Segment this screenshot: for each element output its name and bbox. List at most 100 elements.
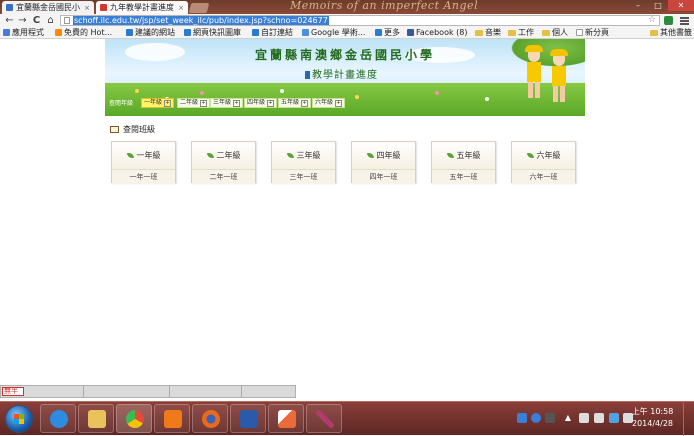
bookmark-apps[interactable]: 應用程式	[3, 27, 44, 38]
taskbar-app-media[interactable]	[154, 404, 190, 433]
leaf-icon	[126, 153, 134, 158]
bookmark-label: 建議的網站	[135, 28, 175, 37]
ime-mode[interactable]: 無半	[2, 387, 24, 396]
ime-toolbar: 無半	[0, 385, 296, 398]
menu-icon[interactable]	[680, 16, 689, 25]
taskbar-app-firefox[interactable]	[192, 404, 228, 433]
bookmark-label: 更多	[384, 28, 400, 37]
grade-tab-4[interactable]: 四年級 +	[244, 98, 278, 108]
bookmark-folder[interactable]: 音樂	[475, 27, 501, 38]
browser-tab-active[interactable]: 九年教學計畫進度 ×	[96, 1, 188, 14]
class-link[interactable]: 四年一班	[352, 170, 415, 184]
expand-plus-icon: +	[301, 100, 309, 107]
browser-tab[interactable]: 宜蘭縣金岳國民小 ×	[2, 1, 94, 14]
tab-close-icon[interactable]: ×	[84, 4, 90, 12]
bookmark-label: 其他書籤	[660, 28, 692, 37]
grade-tab-2[interactable]: 二年級 +	[177, 98, 211, 108]
tab-close-icon[interactable]: ×	[178, 4, 184, 12]
chrome-icon	[126, 410, 144, 428]
start-button[interactable]	[5, 405, 33, 433]
tab-title: 九年教學計畫進度	[110, 3, 174, 12]
windows-logo-icon	[14, 414, 24, 424]
taskbar-app-paint[interactable]	[268, 404, 304, 433]
ie-page-icon	[252, 29, 259, 36]
grade-tab-5[interactable]: 五年級 +	[278, 98, 312, 108]
taskbar-app-word[interactable]	[230, 404, 266, 433]
back-arrow-icon[interactable]: ←	[4, 15, 15, 26]
taskbar-app-ie[interactable]	[40, 404, 76, 433]
reload-icon[interactable]: C	[31, 15, 42, 26]
ime-divider	[241, 386, 242, 397]
bookmark-item[interactable]: Facebook (8)	[407, 27, 467, 38]
minimize-button[interactable]: –	[628, 0, 648, 11]
new-tab-button[interactable]	[188, 3, 210, 13]
grade-tab-bar: 查閱年級 一年級 + 二年級 + 三年級 + 四年級 + 五年級 + 六年級 +	[105, 96, 585, 110]
grade-tab-label: 六年級	[315, 99, 334, 106]
other-bookmarks[interactable]: 其他書籤	[650, 27, 692, 38]
grade-card[interactable]: 一年級 一年一班	[111, 141, 176, 184]
grade-tab-1[interactable]: 一年級 +	[141, 98, 175, 108]
class-link[interactable]: 一年一班	[112, 170, 175, 184]
facebook-icon	[407, 29, 414, 36]
class-link[interactable]: 六年一班	[512, 170, 575, 184]
bookmark-folder[interactable]: 個人	[542, 27, 568, 38]
url-text[interactable]: schoff.ilc.edu.tw/jsp/set_week_ilc/pub/i…	[73, 16, 329, 25]
child-illustration	[525, 45, 543, 103]
forward-arrow-icon[interactable]: →	[17, 15, 28, 26]
show-hidden-icons-icon[interactable]: ▲	[563, 413, 573, 423]
help-icon[interactable]	[531, 413, 541, 423]
bookmark-item[interactable]: 更多	[375, 27, 400, 38]
home-icon[interactable]: ⌂	[45, 15, 56, 26]
taskbar-app-explorer[interactable]	[78, 404, 114, 433]
grade-tab-3[interactable]: 三年級 +	[210, 98, 244, 108]
class-link[interactable]: 二年一班	[192, 170, 255, 184]
grade-tab-label: 五年級	[281, 99, 300, 106]
blank-page-icon	[576, 29, 583, 36]
grade-bar-label: 查閱年級	[109, 100, 134, 107]
bookmark-label: Facebook (8)	[416, 28, 468, 37]
bookmark-label: 免費的 Hot...	[64, 28, 113, 37]
taskbar-app-chrome[interactable]	[116, 404, 152, 433]
address-bar[interactable]: schoff.ilc.edu.tw/jsp/set_week_ilc/pub/i…	[60, 15, 660, 26]
show-desktop-button[interactable]	[683, 402, 694, 436]
bookmark-item[interactable]: Google 學術...	[302, 27, 365, 38]
clock[interactable]: 上午 10:58 2014/4/28	[630, 406, 675, 430]
grade-card[interactable]: 二年級 二年一班	[191, 141, 256, 184]
expand-plus-icon: +	[233, 100, 241, 107]
dropbox-icon[interactable]	[609, 413, 619, 423]
school-favicon-icon	[6, 4, 13, 11]
volume-icon[interactable]	[594, 413, 604, 423]
extension-icon[interactable]	[664, 16, 673, 25]
bookmark-label: 自訂連結	[261, 28, 293, 37]
page-favicon-icon	[100, 4, 107, 11]
keyboard-icon[interactable]	[545, 413, 555, 423]
close-window-button[interactable]: ✕	[668, 0, 694, 11]
grade-card[interactable]: 四年級 四年一班	[351, 141, 416, 184]
maximize-button[interactable]: □	[648, 0, 668, 11]
grade-card[interactable]: 五年級 五年一班	[431, 141, 496, 184]
bookmark-item[interactable]: 新分頁	[576, 27, 609, 38]
grade-card[interactable]: 三年級 三年一班	[271, 141, 336, 184]
bookmark-item[interactable]: 建議的網站	[126, 27, 175, 38]
folder-icon	[650, 29, 658, 36]
hotmail-icon	[55, 29, 62, 36]
bookmark-item[interactable]: 網頁快訊圖庫	[184, 27, 241, 38]
grade-card[interactable]: 六年級 六年一班	[511, 141, 576, 184]
expand-plus-icon: +	[164, 100, 172, 107]
subtitle-marker-icon	[305, 71, 310, 79]
leaf-icon	[206, 153, 214, 158]
bookmark-star-icon[interactable]: ☆	[648, 15, 656, 25]
grade-card-title: 六年級	[536, 151, 561, 160]
google-scholar-icon	[302, 29, 309, 36]
bookmark-item[interactable]: 免費的 Hot...	[55, 27, 112, 38]
taskbar-app-pen[interactable]	[306, 404, 342, 433]
grade-tab-6[interactable]: 六年級 +	[312, 98, 346, 108]
clock-date: 2014/4/28	[631, 419, 674, 428]
folder-icon	[475, 29, 483, 36]
bookmark-item[interactable]: 自訂連結	[252, 27, 293, 38]
class-link[interactable]: 五年一班	[432, 170, 495, 184]
flag-icon[interactable]	[579, 413, 589, 423]
class-link[interactable]: 三年一班	[272, 170, 335, 184]
network-app-icon[interactable]	[517, 413, 527, 423]
bookmark-folder[interactable]: 工作	[508, 27, 534, 38]
